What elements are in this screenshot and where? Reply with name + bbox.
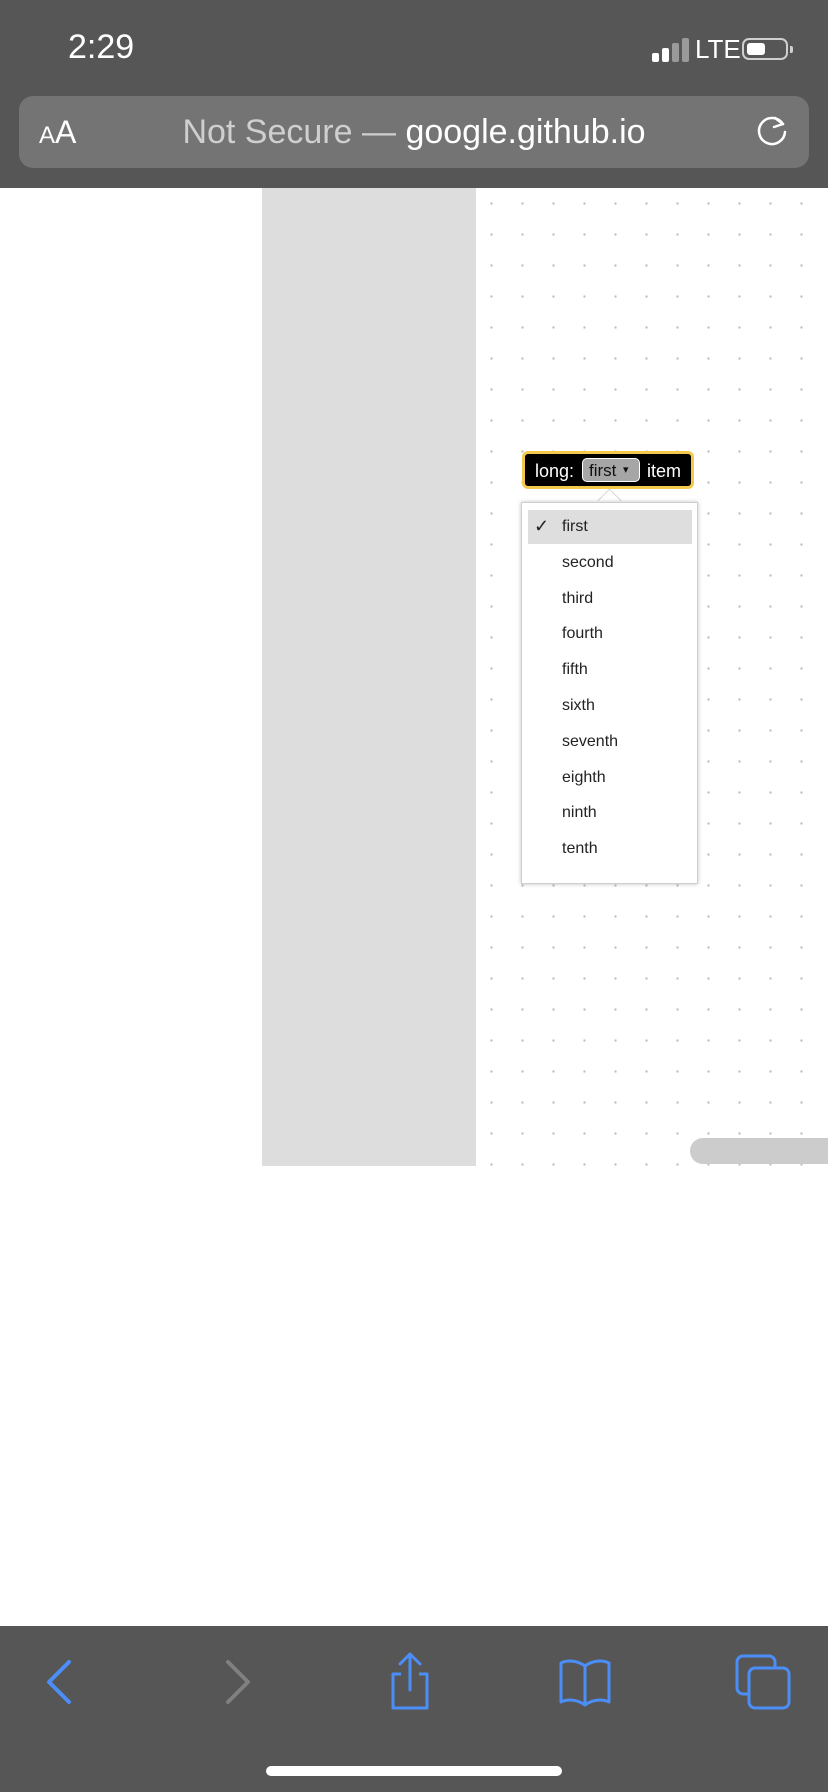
- menu-item[interactable]: tenth: [528, 832, 692, 866]
- menu-item-label: eighth: [562, 769, 606, 786]
- tabs-icon[interactable]: [733, 1652, 793, 1712]
- menu-item[interactable]: ninth: [528, 796, 692, 830]
- menu-item[interactable]: third: [528, 582, 692, 616]
- block-prefix-label: long:: [535, 461, 575, 481]
- menu-item[interactable]: second: [528, 546, 692, 580]
- menu-item-label: fourth: [562, 625, 603, 642]
- chevron-down-icon: ▾: [623, 464, 629, 476]
- url-separator: —: [362, 113, 396, 151]
- domain-label: google.github.io: [405, 113, 646, 151]
- back-icon[interactable]: [31, 1652, 91, 1712]
- block-suffix-label: item: [647, 461, 682, 481]
- toolbox-panel: [262, 188, 476, 1166]
- menu-item-label: first: [562, 518, 588, 535]
- status-bar: 2:29 LTE: [0, 0, 828, 94]
- forward-icon[interactable]: [206, 1652, 266, 1712]
- menu-item[interactable]: sixth: [528, 689, 692, 723]
- address-bar[interactable]: AA Not Secure — google.github.io: [19, 96, 809, 168]
- menu-item-label: seventh: [562, 733, 619, 750]
- status-time: 2:29: [68, 28, 135, 66]
- menu-item-label: ninth: [562, 804, 597, 821]
- menu-item-label: third: [562, 590, 594, 607]
- url-display[interactable]: Not Secure — google.github.io: [19, 113, 809, 152]
- menu-item[interactable]: seventh: [528, 725, 692, 759]
- menu-item[interactable]: eighth: [528, 761, 692, 795]
- block-dropdown-field[interactable]: first ▾: [582, 458, 640, 482]
- address-bar-area: AA Not Secure — google.github.io: [0, 94, 828, 188]
- security-label: Not Secure: [182, 113, 353, 151]
- dropdown-menu: ✓ first second third fourth fifth sixth …: [521, 502, 698, 884]
- menu-item[interactable]: fourth: [528, 617, 692, 651]
- menu-item-label: sixth: [562, 697, 595, 714]
- reload-icon[interactable]: [753, 113, 791, 151]
- dropdown-selected-value: first: [589, 461, 617, 480]
- dropdown-block[interactable]: long: first ▾ item: [522, 451, 694, 489]
- battery-icon: [742, 38, 793, 60]
- share-icon[interactable]: [380, 1652, 440, 1712]
- menu-item-label: tenth: [562, 840, 598, 857]
- home-indicator[interactable]: [266, 1766, 562, 1776]
- bookmarks-icon[interactable]: [555, 1652, 615, 1712]
- network-type: LTE: [695, 34, 741, 64]
- menu-item-label: fifth: [562, 661, 588, 678]
- menu-item[interactable]: ✓ first: [528, 510, 692, 544]
- checkmark-icon: ✓: [534, 516, 550, 536]
- menu-item-label: second: [562, 554, 614, 571]
- menu-item[interactable]: fifth: [528, 653, 692, 687]
- horizontal-scrollbar[interactable]: [690, 1138, 828, 1164]
- cellular-signal-icon: [652, 38, 690, 62]
